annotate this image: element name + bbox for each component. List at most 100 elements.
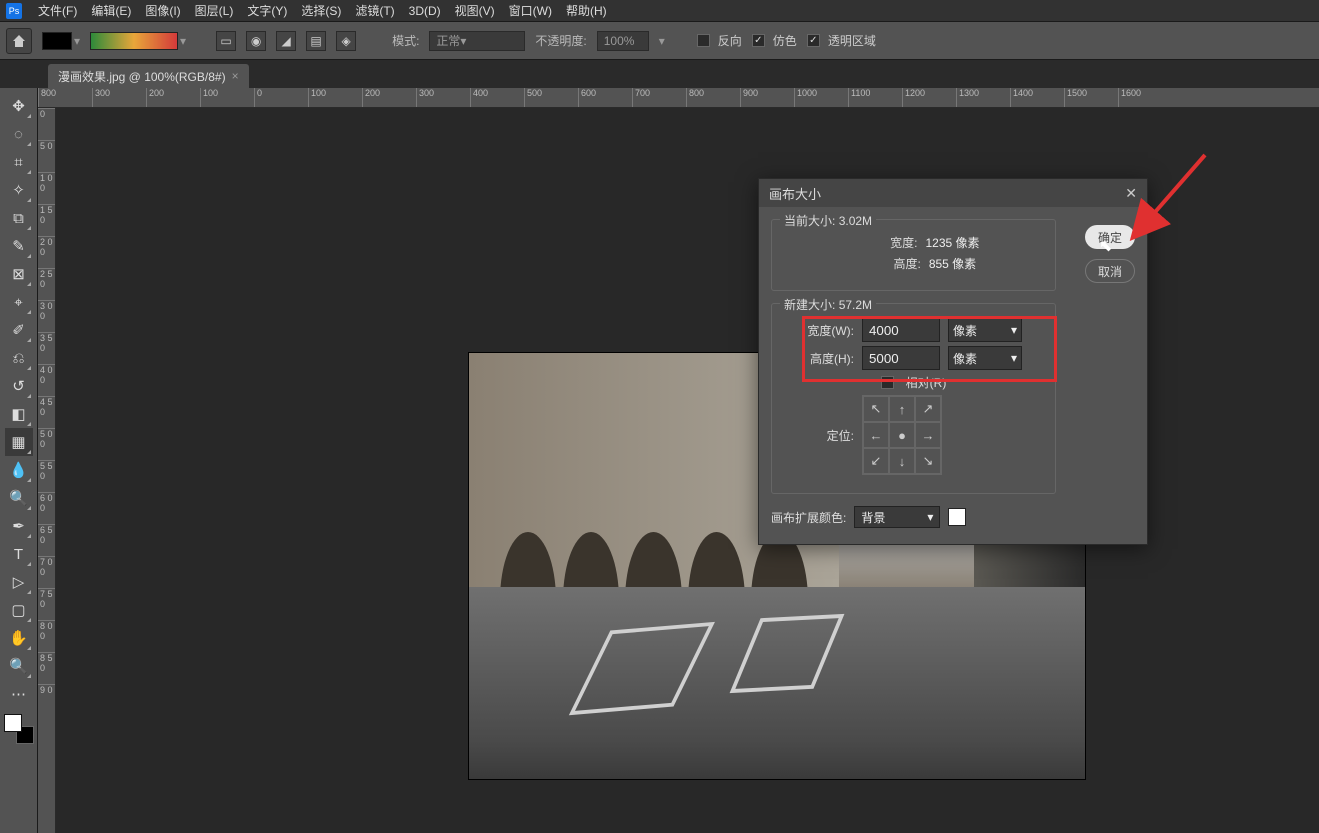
magic-wand-tool[interactable]: ✧ xyxy=(5,176,33,204)
chevron-down-icon[interactable]: ▾ xyxy=(74,34,80,48)
vertical-ruler: 05 01 0 01 5 02 0 02 5 03 0 03 5 04 0 04… xyxy=(38,108,56,833)
pen-tool[interactable]: ✒ xyxy=(5,512,33,540)
anchor-center[interactable]: ● xyxy=(889,422,915,448)
tool-box: ✥ ◌ ⌗ ✧ ⧉ ✎ ⊠ ⌖ ✐ ⎌ ↺ ◧ ▦ 💧 🔍 ✒ T ▷ ▢ ✋ … xyxy=(0,88,38,833)
menu-help[interactable]: 帮助(H) xyxy=(560,0,613,21)
dither-label: 仿色 xyxy=(773,32,797,49)
gradient-preview[interactable] xyxy=(90,32,178,50)
options-bar: ▾ ▾ ▭ ◉ ◢ ▤ ◈ 模式: 正常▾ 不透明度: 100% ▾ 反向 仿色… xyxy=(0,22,1319,60)
menu-select[interactable]: 选择(S) xyxy=(295,0,347,21)
height-unit-select[interactable]: 像素▾ xyxy=(948,346,1022,370)
menu-edit[interactable]: 编辑(E) xyxy=(85,0,137,21)
anchor-w[interactable]: ← xyxy=(863,422,889,448)
chevron-down-icon[interactable]: ▾ xyxy=(180,34,186,48)
home-button[interactable] xyxy=(6,28,32,54)
type-tool[interactable]: T xyxy=(5,540,33,568)
lasso-tool[interactable]: ⌗ xyxy=(5,148,33,176)
gradient-radial-button[interactable]: ◉ xyxy=(246,31,266,51)
move-tool[interactable]: ✥ xyxy=(5,92,33,120)
shape-tool[interactable]: ▢ xyxy=(5,596,33,624)
dialog-titlebar[interactable]: 画布大小 ✕ xyxy=(759,179,1147,207)
anchor-n[interactable]: ↑ xyxy=(889,396,915,422)
horizontal-ruler: 8003002001000100200300400500600700800900… xyxy=(38,88,1319,108)
width-label: 宽度(W): xyxy=(784,322,854,339)
menu-image[interactable]: 图像(I) xyxy=(139,0,186,21)
dialog-title: 画布大小 xyxy=(769,184,821,203)
reverse-checkbox[interactable] xyxy=(697,34,710,47)
canvas-size-dialog: 画布大小 ✕ 确定 取消 当前大小: 3.02M 宽度:1235 像素 高度:8… xyxy=(758,178,1148,545)
close-icon[interactable]: × xyxy=(232,69,239,83)
opacity-input[interactable]: 100% xyxy=(597,31,649,51)
anchor-sw[interactable]: ↙ xyxy=(863,448,889,474)
menu-filter[interactable]: 滤镜(T) xyxy=(349,0,400,21)
frame-tool[interactable]: ⊠ xyxy=(5,260,33,288)
cancel-button[interactable]: 取消 xyxy=(1085,259,1135,283)
eraser-tool[interactable]: ◧ xyxy=(5,400,33,428)
anchor-s[interactable]: ↓ xyxy=(889,448,915,474)
path-select-tool[interactable]: ▷ xyxy=(5,568,33,596)
extension-color-select[interactable]: 背景▾ xyxy=(854,506,940,528)
relative-label: 相对(R) xyxy=(906,374,947,391)
width-input[interactable] xyxy=(862,318,940,342)
home-icon xyxy=(11,33,27,49)
color-swatches[interactable] xyxy=(4,714,34,744)
marquee-tool[interactable]: ◌ xyxy=(5,120,33,148)
new-size-value: 57.2M xyxy=(839,298,872,312)
mode-label: 模式: xyxy=(392,32,419,49)
dodge-tool[interactable]: 🔍 xyxy=(5,484,33,512)
extension-color-label: 画布扩展颜色: xyxy=(771,509,846,526)
ok-button[interactable]: 确定 xyxy=(1085,225,1135,249)
cur-height-label: 高度: xyxy=(851,255,921,272)
menu-3d[interactable]: 3D(D) xyxy=(403,2,447,20)
current-size-label: 当前大小: xyxy=(784,214,835,228)
anchor-se[interactable]: ↘ xyxy=(915,448,941,474)
anchor-ne[interactable]: ↗ xyxy=(915,396,941,422)
document-tab-title: 漫画效果.jpg @ 100%(RGB/8#) xyxy=(58,68,226,85)
menu-layer[interactable]: 图层(L) xyxy=(189,0,240,21)
menu-bar: Ps 文件(F) 编辑(E) 图像(I) 图层(L) 文字(Y) 选择(S) 滤… xyxy=(0,0,1319,22)
healing-brush-tool[interactable]: ⌖ xyxy=(5,288,33,316)
height-input[interactable] xyxy=(862,346,940,370)
eyedropper-tool[interactable]: ✎ xyxy=(5,232,33,260)
transparency-checkbox[interactable] xyxy=(807,34,820,47)
extension-color-swatch[interactable] xyxy=(948,508,966,526)
document-tab-bar: 漫画效果.jpg @ 100%(RGB/8#) × xyxy=(0,60,1319,88)
anchor-label: 定位: xyxy=(784,427,854,444)
menu-window[interactable]: 窗口(W) xyxy=(503,0,558,21)
gradient-diamond-button[interactable]: ◈ xyxy=(336,31,356,51)
gradient-linear-button[interactable]: ▭ xyxy=(216,31,236,51)
opacity-label: 不透明度: xyxy=(535,32,586,49)
gradient-swatch[interactable] xyxy=(42,32,72,50)
app-logo-icon: Ps xyxy=(6,3,22,19)
document-tab[interactable]: 漫画效果.jpg @ 100%(RGB/8#) × xyxy=(48,64,249,88)
menu-view[interactable]: 视图(V) xyxy=(449,0,501,21)
gradient-angle-button[interactable]: ◢ xyxy=(276,31,296,51)
width-unit-select[interactable]: 像素▾ xyxy=(948,318,1022,342)
dither-checkbox[interactable] xyxy=(752,34,765,47)
current-size-value: 3.02M xyxy=(839,214,872,228)
anchor-e[interactable]: → xyxy=(915,422,941,448)
menu-file[interactable]: 文件(F) xyxy=(32,0,83,21)
anchor-nw[interactable]: ↖ xyxy=(863,396,889,422)
blur-tool[interactable]: 💧 xyxy=(5,456,33,484)
anchor-grid[interactable]: ↖↑↗ ←●→ ↙↓↘ xyxy=(862,395,942,475)
menu-type[interactable]: 文字(Y) xyxy=(241,0,293,21)
crop-tool[interactable]: ⧉ xyxy=(5,204,33,232)
chevron-down-icon[interactable]: ▾ xyxy=(659,34,665,48)
relative-checkbox[interactable] xyxy=(881,376,894,389)
zoom-tool[interactable]: 🔍 xyxy=(5,652,33,680)
clone-stamp-tool[interactable]: ⎌ xyxy=(5,344,33,372)
gradient-tool[interactable]: ▦ xyxy=(5,428,33,456)
edit-toolbar[interactable]: ⋯ xyxy=(5,680,33,708)
close-icon[interactable]: ✕ xyxy=(1125,185,1137,202)
gradient-reflected-button[interactable]: ▤ xyxy=(306,31,326,51)
cur-width-label: 宽度: xyxy=(847,234,917,251)
history-brush-tool[interactable]: ↺ xyxy=(5,372,33,400)
height-label: 高度(H): xyxy=(784,350,854,367)
brush-tool[interactable]: ✐ xyxy=(5,316,33,344)
hand-tool[interactable]: ✋ xyxy=(5,624,33,652)
blend-mode-select[interactable]: 正常▾ xyxy=(429,31,525,51)
new-size-label: 新建大小: xyxy=(784,298,835,312)
cur-height-value: 855 像素 xyxy=(929,255,976,272)
transparency-label: 透明区域 xyxy=(828,32,876,49)
